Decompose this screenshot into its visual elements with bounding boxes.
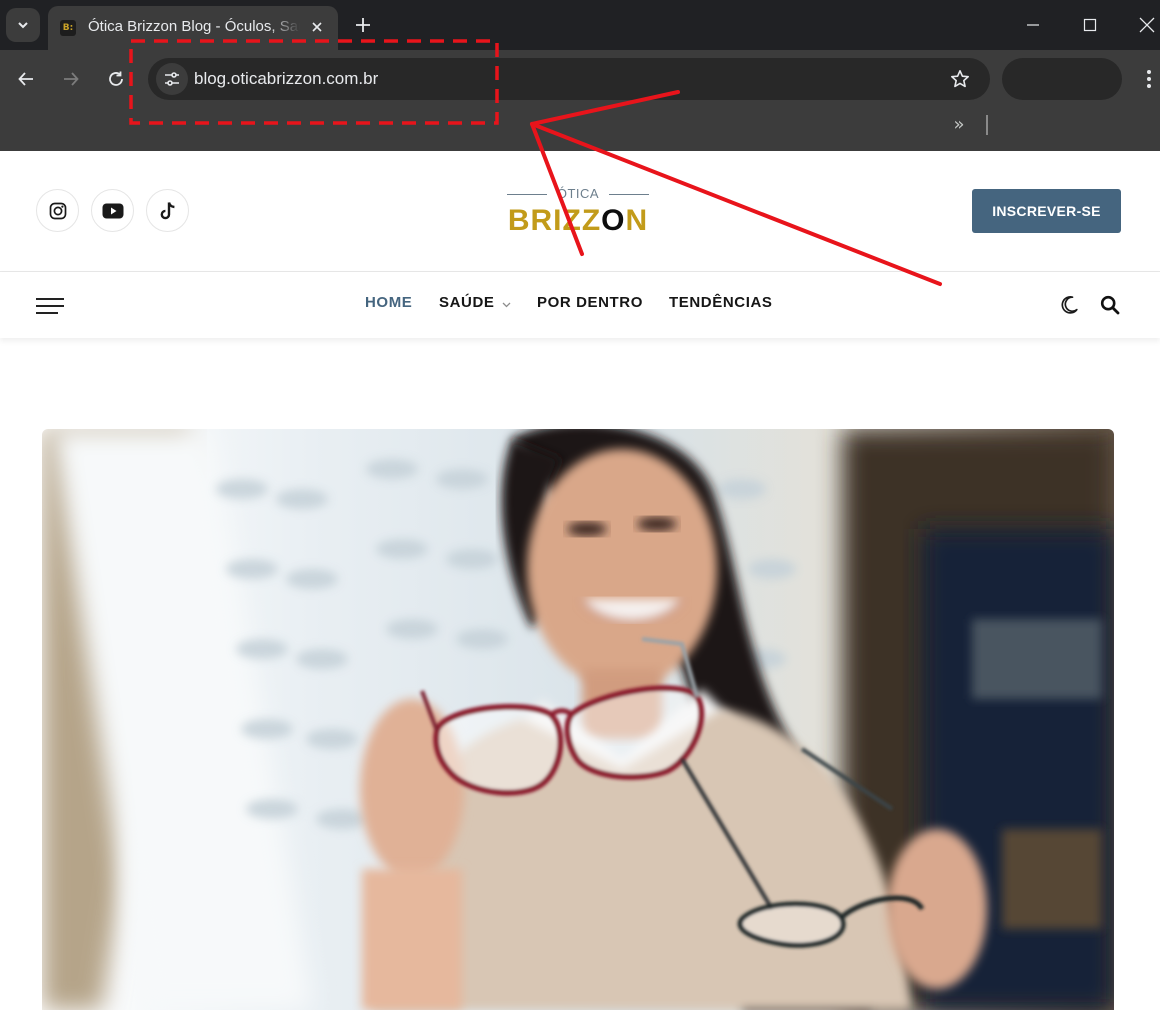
nav-item-tendencias[interactable]: TENDÊNCIAS <box>669 294 773 311</box>
subscribe-button[interactable]: INSCREVER-SE <box>972 189 1121 233</box>
site-logo[interactable]: ÓTICA BRIZZON <box>500 185 656 241</box>
tab-search-button[interactable] <box>6 8 40 42</box>
moon-icon <box>1061 296 1078 314</box>
double-chevron-icon[interactable]: » <box>948 114 970 136</box>
kebab-menu-icon <box>1147 70 1151 88</box>
chevron-down-icon <box>18 22 28 29</box>
profile-button[interactable] <box>1002 58 1122 100</box>
browser-tabstrip: B: Ótica Brizzon Blog - Óculos, Saúde e … <box>0 0 1160 50</box>
nav-item-por-dentro[interactable]: POR DENTRO <box>537 294 643 311</box>
reload-icon <box>109 71 123 86</box>
tab-close-button[interactable] <box>306 16 328 38</box>
new-tab-button[interactable] <box>350 12 376 38</box>
hamburger-icon[interactable] <box>36 295 64 315</box>
logo-part-2: O <box>601 204 626 237</box>
close-window-button[interactable] <box>1130 8 1160 42</box>
arrow-left-icon <box>18 72 33 86</box>
bookmark-button[interactable] <box>948 67 972 91</box>
featured-photo[interactable] <box>42 429 1114 1010</box>
arrow-right-icon <box>64 72 79 86</box>
screenshot: B: Ótica Brizzon Blog - Óculos, Saúde e … <box>0 0 1160 1010</box>
tab-title: Ótica Brizzon Blog - Óculos, Saúde e Ten… <box>88 18 300 35</box>
close-icon <box>1139 17 1155 33</box>
url-text: blog.oticabrizzon.com.br <box>194 69 379 88</box>
instagram-link[interactable] <box>36 189 79 232</box>
tune-icon <box>165 72 179 86</box>
dark-mode-toggle[interactable] <box>1057 293 1081 317</box>
site-favicon: B: <box>60 20 76 36</box>
featured-photo-graphic <box>42 429 1114 1010</box>
active-tab[interactable]: B: Ótica Brizzon Blog - Óculos, Saúde e … <box>48 6 338 50</box>
web-page: ÓTICA BRIZZON INSCREVER-SE HOME SAÚDE PO… <box>0 151 1160 1010</box>
close-icon <box>312 22 322 32</box>
star-icon <box>951 70 969 88</box>
logo-tagline: ÓTICA <box>556 186 600 201</box>
minimize-button[interactable] <box>1016 8 1050 42</box>
nav-item-saude[interactable]: SAÚDE <box>439 294 495 311</box>
minimize-icon <box>1027 24 1039 26</box>
instagram-icon <box>49 202 66 219</box>
tiktok-link[interactable] <box>146 189 189 232</box>
logo-part-1: BRIZZ <box>507 204 602 237</box>
back-button[interactable] <box>11 64 41 94</box>
maximize-icon <box>1083 18 1097 32</box>
main-navigation: HOME SAÚDE POR DENTRO TENDÊNCIAS <box>0 272 1160 338</box>
plus-icon <box>356 18 370 32</box>
logo-wordmark: BRIZZON <box>500 204 656 238</box>
browser-toolbar: blog.oticabrizzon.com.br » <box>0 50 1160 151</box>
maximize-button[interactable] <box>1073 8 1107 42</box>
browser-menu-button[interactable] <box>1138 64 1160 94</box>
search-icon <box>1100 295 1120 315</box>
search-button[interactable] <box>1099 294 1121 316</box>
logo-part-3: N <box>625 204 649 237</box>
address-bar[interactable]: blog.oticabrizzon.com.br <box>148 58 990 100</box>
reload-button[interactable] <box>101 64 131 94</box>
forward-button[interactable] <box>56 64 86 94</box>
tiktok-icon <box>160 201 175 219</box>
youtube-icon <box>102 203 123 218</box>
chevron-down-icon <box>501 300 511 310</box>
site-info-button[interactable] <box>156 63 188 95</box>
youtube-link[interactable] <box>91 189 134 232</box>
nav-item-home[interactable]: HOME <box>365 294 412 311</box>
bookmarks-separator <box>986 115 988 135</box>
